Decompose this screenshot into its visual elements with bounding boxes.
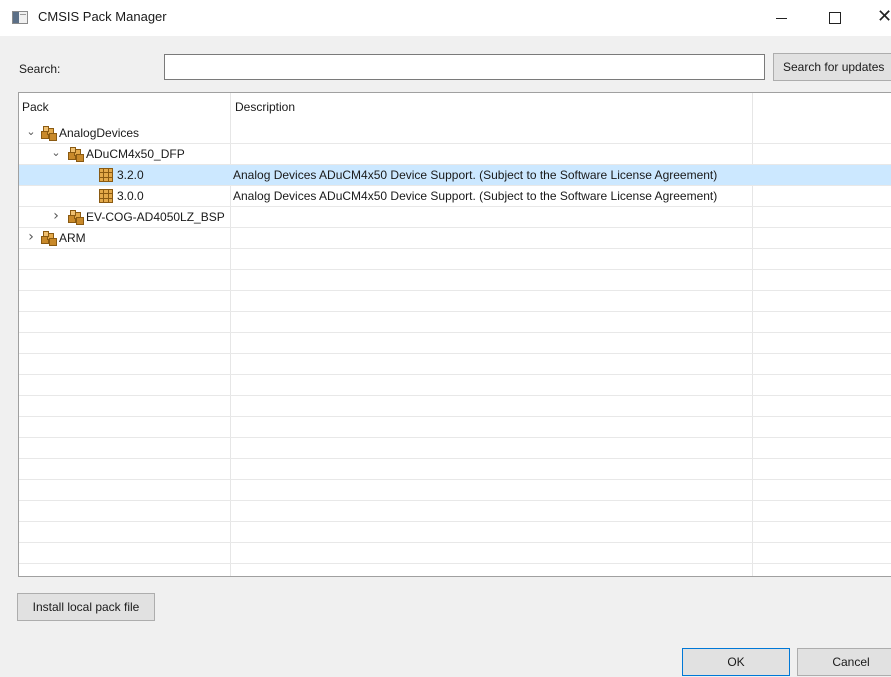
chevron-right-icon[interactable]: ›: [25, 230, 37, 244]
close-icon: ✕: [877, 6, 891, 27]
chevron-down-icon[interactable]: ⌄: [50, 146, 62, 160]
search-for-updates-button[interactable]: Search for updates: [773, 53, 891, 81]
empty-row: [19, 522, 891, 543]
table-header: Pack Description: [19, 93, 891, 123]
ok-button[interactable]: OK: [682, 648, 790, 676]
package-icon: [68, 147, 84, 162]
empty-row: [19, 501, 891, 522]
empty-row: [19, 333, 891, 354]
close-button[interactable]: ✕: [866, 0, 891, 36]
empty-row: [19, 459, 891, 480]
description-cell: [233, 228, 752, 248]
search-input[interactable]: [164, 54, 765, 80]
pack-cell: › ARM: [19, 228, 230, 248]
table-row[interactable]: 3.0.0 Analog Devices ADuCM4x50 Device Sup…: [19, 186, 891, 207]
chevron-down-icon[interactable]: ⌄: [25, 125, 37, 139]
column-header-description[interactable]: Description: [235, 100, 295, 114]
table-row[interactable]: › ARM: [19, 228, 891, 249]
pack-version-icon: [99, 189, 113, 203]
description-cell: Analog Devices ADuCM4x50 Device Support.…: [233, 189, 718, 203]
chevron-right-icon[interactable]: ›: [50, 209, 62, 223]
pack-name: AnalogDevices: [59, 126, 140, 140]
empty-row: [19, 438, 891, 459]
cancel-button[interactable]: Cancel: [797, 648, 891, 676]
minimize-button[interactable]: [758, 0, 804, 36]
pack-cell: 3.2.0: [19, 165, 230, 185]
pack-name: 3.2.0: [117, 168, 144, 182]
pack-version-icon: [99, 168, 113, 182]
empty-row: [19, 270, 891, 291]
pack-name: ADuCM4x50_DFP: [86, 147, 185, 161]
pack-cell: 3.0.0: [19, 186, 230, 206]
title-bar: CMSIS Pack Manager ✕: [0, 0, 891, 36]
pack-name: ARM: [59, 231, 86, 245]
pack-cell: ⌄ ADuCM4x50_DFP: [19, 144, 230, 164]
description-cell: [233, 123, 752, 143]
empty-row: [19, 417, 891, 438]
table-row[interactable]: 3.2.0 Analog Devices ADuCM4x50 Device Sup…: [19, 165, 891, 186]
empty-row: [19, 375, 891, 396]
column-header-pack[interactable]: Pack: [22, 100, 49, 114]
table-row[interactable]: › EV-COG-AD4050LZ_BSP: [19, 207, 891, 228]
empty-row: [19, 249, 891, 270]
empty-row: [19, 543, 891, 564]
empty-row: [19, 480, 891, 501]
pack-tree-table: Pack Description ⌄ AnalogDevices ⌄ ADuCM4x5…: [18, 92, 891, 577]
pack-cell: › EV-COG-AD4050LZ_BSP: [19, 207, 230, 227]
package-icon: [41, 126, 57, 141]
install-local-pack-button[interactable]: Install local pack file: [17, 593, 155, 621]
empty-row: [19, 396, 891, 417]
window-title: CMSIS Pack Manager: [38, 9, 167, 24]
app-icon: [12, 11, 28, 24]
table-row[interactable]: ⌄ AnalogDevices: [19, 123, 891, 144]
empty-row: [19, 354, 891, 375]
empty-row: [19, 291, 891, 312]
description-cell: Analog Devices ADuCM4x50 Device Support.…: [233, 168, 718, 182]
package-icon: [68, 210, 84, 225]
pack-name: EV-COG-AD4050LZ_BSP: [86, 210, 225, 224]
search-label: Search:: [19, 62, 61, 76]
empty-row: [19, 312, 891, 333]
pack-cell: ⌄ AnalogDevices: [19, 123, 230, 143]
pack-name: 3.0.0: [117, 189, 144, 203]
description-cell: [233, 207, 752, 227]
table-row[interactable]: ⌄ ADuCM4x50_DFP: [19, 144, 891, 165]
description-cell: [233, 144, 752, 164]
maximize-button[interactable]: [812, 0, 858, 36]
package-icon: [41, 231, 57, 246]
